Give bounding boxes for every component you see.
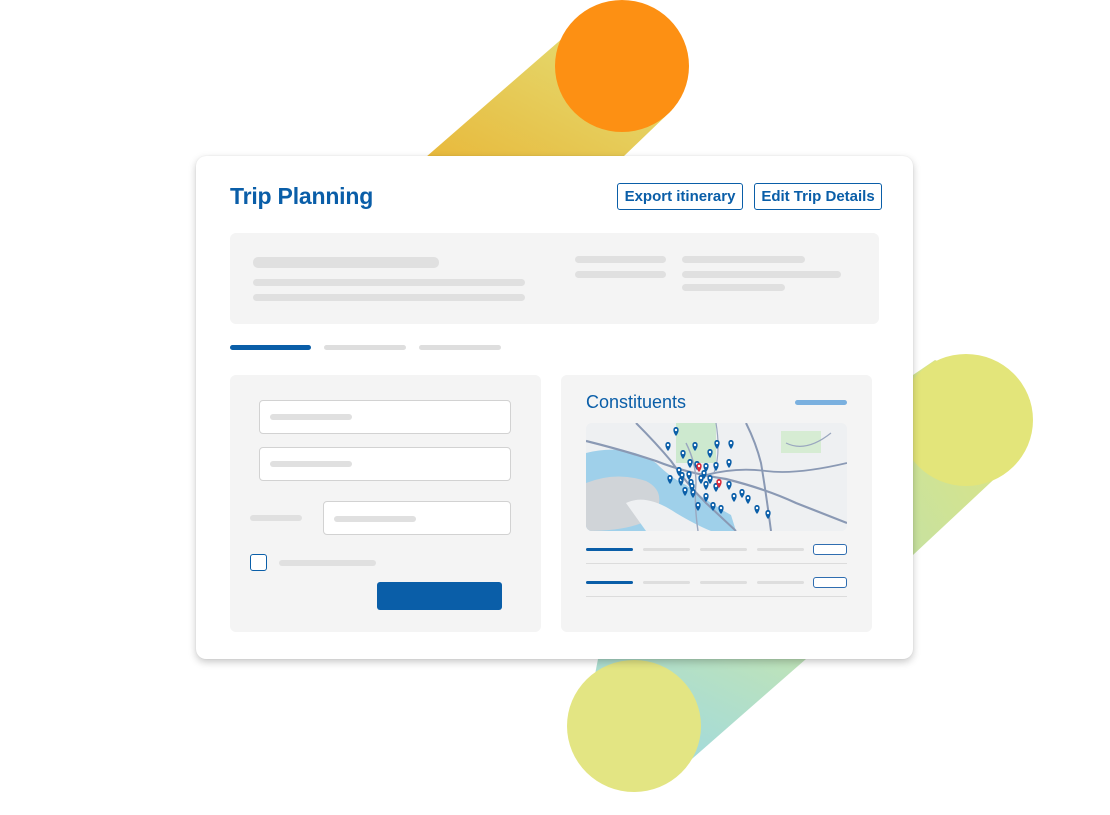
text-input-3[interactable] <box>323 501 511 535</box>
field-label <box>250 515 302 521</box>
row-2-cell <box>643 581 690 584</box>
marker-dot <box>699 476 703 480</box>
marker-dot <box>715 441 719 445</box>
marker-dot <box>674 428 678 432</box>
marker-dot <box>711 503 715 507</box>
tab-3[interactable] <box>419 345 501 350</box>
marker-dot <box>714 463 718 467</box>
export-itinerary-button[interactable]: Export itinerary <box>617 183 743 210</box>
row-1-cell <box>757 548 804 551</box>
marker-dot <box>668 476 672 480</box>
panel-title: Constituents <box>586 392 687 412</box>
marker-dot <box>687 472 691 476</box>
input-placeholder <box>270 414 352 420</box>
marker-dot <box>697 464 701 468</box>
submit-button[interactable] <box>377 582 502 610</box>
panel-header-link[interactable] <box>795 400 847 405</box>
skeleton-line <box>253 279 525 286</box>
skeleton-value <box>682 284 785 291</box>
constituents-map[interactable] <box>586 423 847 531</box>
marker-dot <box>714 484 718 488</box>
marker-dot <box>708 450 712 454</box>
map-canvas <box>586 423 847 531</box>
marker-dot <box>689 480 693 484</box>
trip-planning-card: Trip Planning Export itinerary Edit Trip… <box>196 156 913 659</box>
marker-dot <box>717 480 721 484</box>
marker-dot <box>708 476 712 480</box>
row-1-primary <box>586 548 633 551</box>
text-input-2[interactable] <box>259 447 511 481</box>
marker-dot <box>766 511 770 515</box>
skeleton-value <box>682 271 841 278</box>
text-input-1[interactable] <box>259 400 511 434</box>
row-2-cell <box>700 581 747 584</box>
edit-trip-details-button[interactable]: Edit Trip Details <box>754 183 882 210</box>
skeleton-line <box>253 294 525 301</box>
row-1-cell <box>643 548 690 551</box>
checkbox[interactable] <box>250 554 267 571</box>
tab-2[interactable] <box>324 345 406 350</box>
marker-dot <box>746 496 750 500</box>
marker-dot <box>704 494 708 498</box>
checkbox-label <box>279 560 376 566</box>
skeleton-label <box>575 256 666 263</box>
marker-dot <box>690 484 694 488</box>
marker-dot <box>727 460 731 464</box>
input-placeholder <box>270 461 352 467</box>
marker-dot <box>688 460 692 464</box>
marker-dot <box>704 464 708 468</box>
marker-dot <box>683 488 687 492</box>
marker-dot <box>702 471 706 475</box>
input-placeholder <box>334 516 416 522</box>
marker-dot <box>719 506 723 510</box>
trip-summary-card <box>230 233 879 324</box>
skeleton-label <box>575 271 666 278</box>
row-divider <box>586 563 847 564</box>
marker-dot <box>729 441 733 445</box>
page-title: Trip Planning <box>230 183 374 209</box>
bottom-comet-shape <box>567 659 806 792</box>
skeleton-heading <box>253 257 439 268</box>
marker-dot <box>727 482 731 486</box>
marker-dot <box>755 506 759 510</box>
row-1-cell <box>700 548 747 551</box>
row-2-primary <box>586 581 633 584</box>
right-comet-shape <box>899 354 1033 555</box>
row-1-action-button[interactable] <box>813 544 847 555</box>
marker-dot <box>740 490 744 494</box>
marker-dot <box>704 482 708 486</box>
skeleton-value <box>682 256 805 263</box>
row-divider <box>586 596 847 597</box>
row-2-action-button[interactable] <box>813 577 847 588</box>
marker-dot <box>677 468 681 472</box>
tab-1-active[interactable] <box>230 345 311 350</box>
marker-dot <box>666 443 670 447</box>
form-panel <box>230 375 541 632</box>
marker-dot <box>732 494 736 498</box>
top-comet-shape <box>426 0 689 157</box>
constituents-panel: Constituents <box>561 375 872 632</box>
marker-dot <box>680 473 684 477</box>
row-2-cell <box>757 581 804 584</box>
marker-dot <box>693 443 697 447</box>
marker-dot <box>681 451 685 455</box>
marker-dot <box>696 503 700 507</box>
